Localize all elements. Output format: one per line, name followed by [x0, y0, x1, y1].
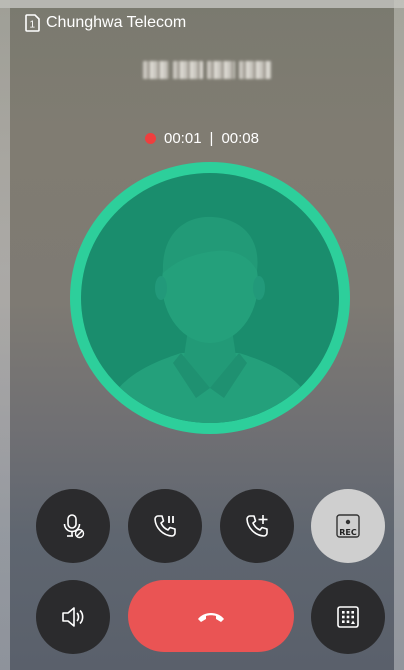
left-frame — [0, 0, 10, 670]
elapsed-time: 00:01 — [164, 130, 202, 147]
hangup-icon — [198, 613, 224, 622]
caller-avatar — [70, 162, 350, 434]
timer-separator: | — [209, 130, 214, 147]
mute-button[interactable] — [36, 489, 110, 563]
top-frame — [0, 0, 404, 8]
sim-slot-number: 1 — [30, 20, 36, 31]
mic-mute-icon — [63, 514, 85, 539]
speaker-icon — [62, 607, 84, 627]
record-label: REC — [339, 528, 357, 537]
avatar-placeholder — [81, 173, 339, 423]
phone-pause-icon — [154, 515, 176, 537]
dialpad-icon — [337, 606, 359, 628]
call-timer: 00:01 | 00:08 — [0, 130, 404, 147]
carrier-name: Chunghwa Telecom — [46, 14, 187, 31]
hold-button[interactable] — [128, 489, 202, 563]
end-call-button[interactable] — [128, 580, 294, 652]
person-silhouette-icon — [101, 216, 319, 423]
speaker-button[interactable] — [36, 580, 110, 654]
sim-card-icon: 1 — [25, 14, 40, 32]
add-call-button[interactable] — [220, 489, 294, 563]
recording-dot-icon — [145, 133, 156, 144]
phone-add-icon — [246, 515, 268, 537]
keypad-button[interactable] — [311, 580, 385, 654]
record-button[interactable]: REC — [311, 489, 385, 563]
right-frame — [394, 0, 404, 670]
total-time: 00:08 — [221, 130, 259, 147]
caller-name-redacted — [143, 61, 279, 79]
status-bar: 1 Chunghwa Telecom — [24, 14, 186, 32]
